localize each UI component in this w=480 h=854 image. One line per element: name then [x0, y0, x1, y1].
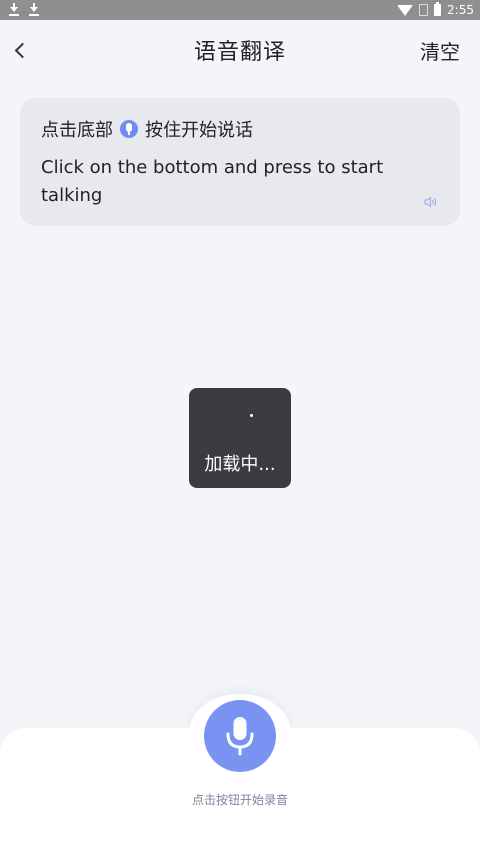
- prompt-line: 点击底部 按住开始说话: [41, 116, 253, 142]
- loading-text: 加载中...: [204, 454, 276, 475]
- record-button[interactable]: [204, 700, 276, 772]
- prompt-text-before: 点击底部: [41, 120, 113, 141]
- download-icon: [8, 2, 20, 16]
- loading-spinner-icon: [250, 414, 253, 417]
- microphone-icon: [226, 717, 254, 756]
- clear-button[interactable]: 清空: [420, 36, 460, 65]
- status-bar: 2:55: [0, 0, 480, 20]
- download-icon: [28, 2, 40, 16]
- status-time: 2:55: [447, 3, 474, 17]
- message-card: 点击底部 按住开始说话 Click on the bottom and pres…: [20, 98, 460, 226]
- battery-icon: [434, 2, 442, 16]
- record-hint: 点击按钮开始录音: [191, 793, 288, 807]
- loading-toast: 加载中...: [189, 388, 291, 488]
- header: 语音翻译 清空: [0, 20, 480, 82]
- sim-icon: [419, 4, 429, 16]
- page-title: 语音翻译: [193, 40, 286, 65]
- prompt-text-after: 按住开始说话: [145, 120, 253, 141]
- wifi-icon: [397, 4, 414, 16]
- speaker-icon[interactable]: [424, 196, 438, 208]
- translation-text: Click on the bottom and press to start t…: [41, 157, 384, 206]
- microphone-icon: [120, 120, 138, 138]
